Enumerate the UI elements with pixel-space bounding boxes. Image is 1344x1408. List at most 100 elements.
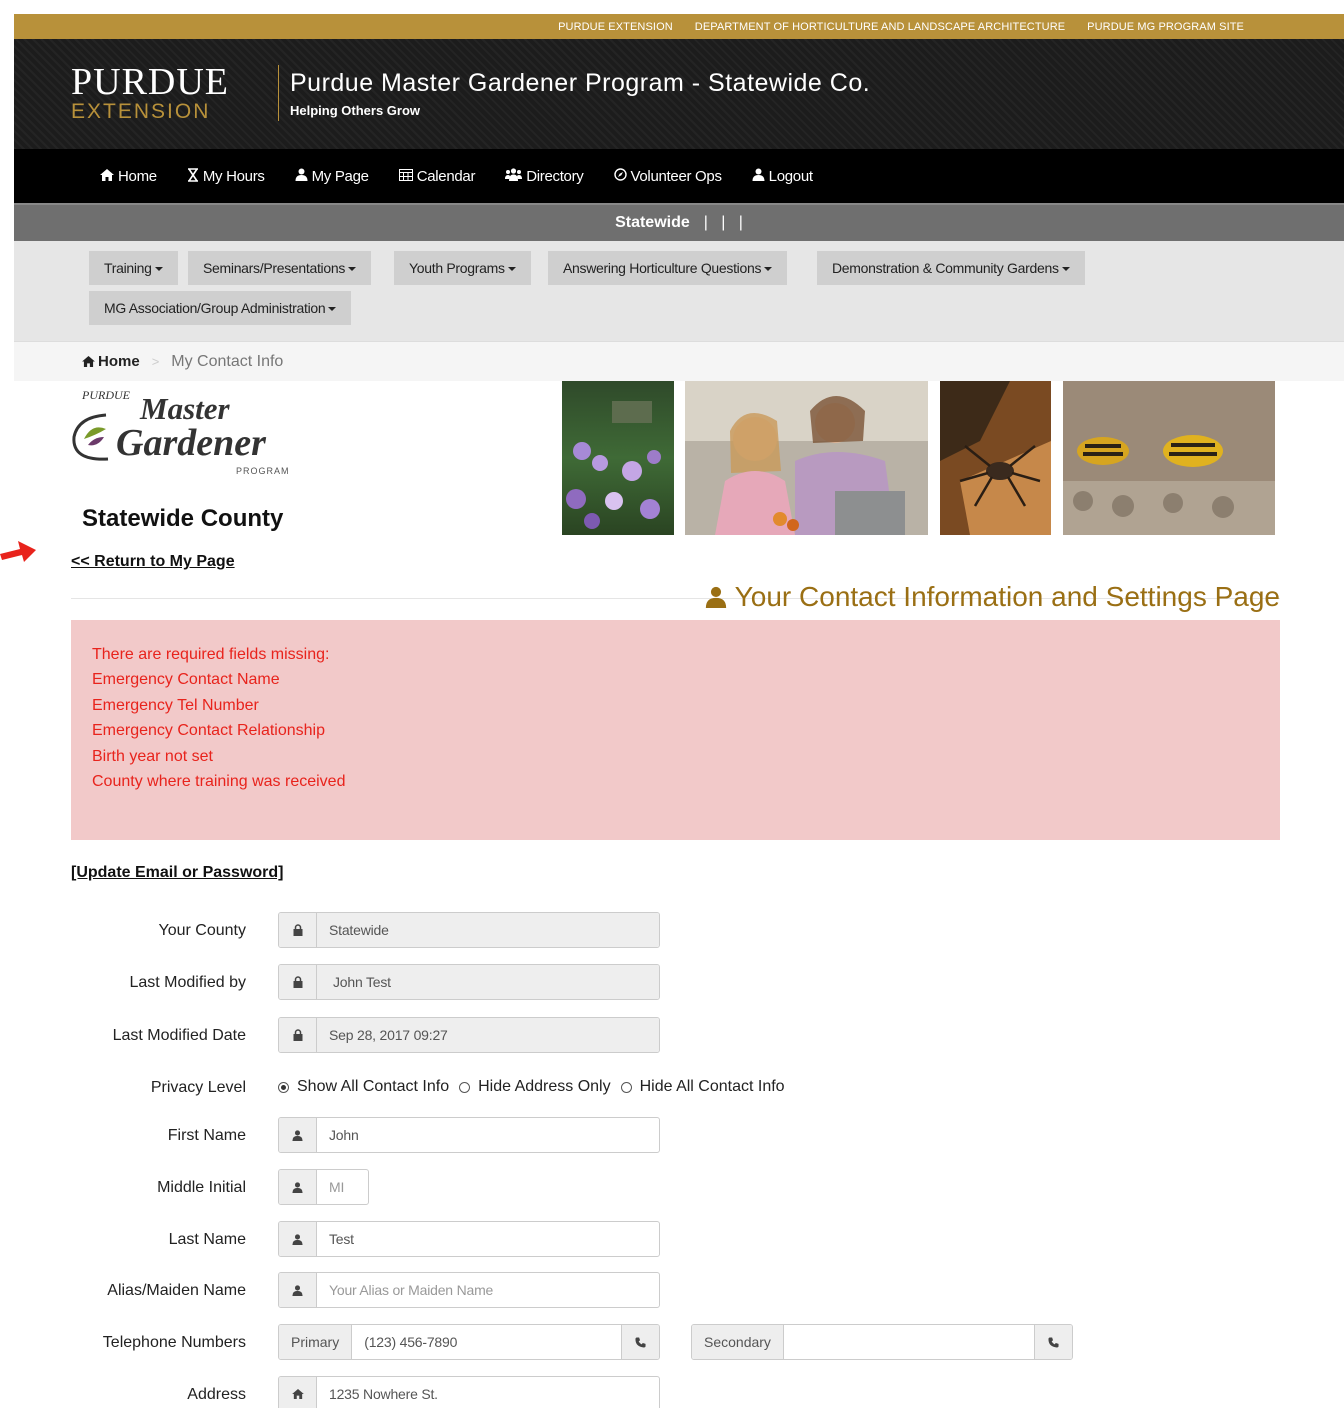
nav-calendar[interactable]: Calendar bbox=[398, 167, 476, 185]
your-county-field[interactable]: Statewide bbox=[278, 912, 660, 948]
secondary-phone-field[interactable]: Secondary bbox=[691, 1324, 1073, 1360]
group-icon bbox=[505, 168, 523, 184]
alias-field[interactable]: Your Alias or Maiden Name bbox=[278, 1272, 660, 1308]
home-icon bbox=[100, 168, 114, 184]
county-bar: Statewide | | | bbox=[14, 203, 1344, 241]
menu-youth-programs[interactable]: Youth Programs bbox=[394, 251, 531, 285]
logo-gardener-text: Gardener bbox=[116, 422, 267, 464]
mg-program-site-link[interactable]: PURDUE MG PROGRAM SITE bbox=[1087, 21, 1244, 33]
purdue-extension-link[interactable]: PURDUE EXTENSION bbox=[558, 21, 673, 33]
menu-youth-programs-label: Youth Programs bbox=[409, 260, 505, 276]
radio-unselected bbox=[620, 1081, 632, 1093]
menu-demonstration-gardens-label: Demonstration & Community Gardens bbox=[832, 260, 1059, 276]
logo-program-text: PROGRAM bbox=[236, 466, 290, 476]
brand-divider bbox=[278, 65, 279, 121]
menu-seminars[interactable]: Seminars/Presentations bbox=[188, 251, 372, 285]
update-email-password-link[interactable]: [Update Email or Password] bbox=[71, 864, 284, 882]
nav-directory-label: Directory bbox=[526, 167, 584, 185]
hourglass-icon bbox=[187, 167, 199, 185]
menu-mg-association[interactable]: MG Association/Group Administration bbox=[89, 291, 352, 325]
caret-down-icon bbox=[764, 267, 773, 271]
privacy-level-group: Show All Contact Info Hide Address Only … bbox=[278, 1078, 795, 1096]
extension-logo-text[interactable]: EXTENSION bbox=[71, 101, 210, 122]
nav-my-page[interactable]: My Page bbox=[295, 168, 369, 185]
primary-phone-field[interactable]: Primary (123) 456-7890 bbox=[278, 1324, 660, 1360]
menu-answering-questions-label: Answering Horticulture Questions bbox=[563, 260, 762, 276]
breadcrumb: Home > My Contact Info bbox=[14, 341, 1344, 381]
privacy-option-label: Show All Contact Info bbox=[297, 1078, 450, 1095]
horticulture-dept-link[interactable]: DEPARTMENT OF HORTICULTURE AND LANDSCAPE… bbox=[695, 21, 1065, 33]
last-modified-date-value: Sep 28, 2017 09:27 bbox=[317, 1018, 659, 1052]
caret-down-icon bbox=[507, 267, 516, 271]
alert-line: Emergency Contact Name bbox=[92, 671, 280, 689]
privacy-hide-all-radio[interactable]: Hide All Contact Info bbox=[620, 1078, 785, 1096]
secondary-phone-addon: Secondary bbox=[692, 1325, 784, 1359]
nav-logout[interactable]: Logout bbox=[752, 168, 813, 185]
alert-line: There are required fields missing: bbox=[92, 646, 330, 663]
return-to-my-page-link[interactable]: << Return to My Page bbox=[71, 553, 235, 571]
logo-arc-text: PURDUE bbox=[81, 388, 131, 402]
user-icon bbox=[279, 1222, 317, 1256]
caret-down-icon bbox=[328, 307, 337, 311]
primary-phone-addon: Primary bbox=[279, 1325, 353, 1359]
user-icon bbox=[705, 586, 726, 608]
utility-bar: PURDUE EXTENSION DEPARTMENT OF HORTICULT… bbox=[14, 14, 1344, 39]
first-name-label: First Name bbox=[167, 1127, 246, 1144]
middle-initial-field[interactable]: MI bbox=[278, 1169, 369, 1205]
nav-my-page-label: My Page bbox=[311, 167, 369, 185]
privacy-show-all-radio[interactable]: Show All Contact Info bbox=[278, 1078, 449, 1096]
breadcrumb-home[interactable]: Home bbox=[82, 353, 140, 370]
privacy-option-label: Hide All Contact Info bbox=[639, 1078, 785, 1095]
first-name-value: John bbox=[329, 1127, 359, 1143]
brand-header: PURDUE EXTENSION Purdue Master Gardener … bbox=[14, 39, 1344, 149]
last-modified-by-value: John Test bbox=[317, 965, 659, 999]
address-label: Address bbox=[187, 1386, 246, 1403]
user-icon bbox=[752, 168, 765, 184]
last-modified-date-label: Last Modified Date bbox=[112, 1027, 246, 1044]
nav-my-hours[interactable]: My Hours bbox=[187, 168, 265, 185]
alert-line: Emergency Contact Relationship bbox=[92, 722, 326, 740]
last-name-label: Last Name bbox=[168, 1231, 246, 1248]
privacy-level-label: Privacy Level bbox=[150, 1079, 246, 1096]
breadcrumb-home-label: Home bbox=[98, 353, 140, 370]
last-modified-by-field[interactable]: John Test bbox=[278, 964, 660, 1000]
alias-placeholder: Your Alias or Maiden Name bbox=[329, 1282, 494, 1298]
middle-initial-placeholder: MI bbox=[329, 1179, 345, 1195]
user-icon bbox=[279, 1118, 317, 1152]
menu-training-label: Training bbox=[104, 260, 152, 276]
lock-icon bbox=[279, 965, 317, 999]
telephone-label: Telephone Numbers bbox=[102, 1334, 246, 1351]
first-name-field[interactable]: John bbox=[278, 1117, 660, 1153]
nav-volunteer-ops[interactable]: Volunteer Ops bbox=[613, 167, 722, 185]
site-title: Purdue Master Gardener Program - Statewi… bbox=[290, 69, 871, 97]
last-modified-date-field[interactable]: Sep 28, 2017 09:27 bbox=[278, 1017, 660, 1053]
privacy-hide-address-radio[interactable]: Hide Address Only bbox=[459, 1078, 611, 1096]
nav-home[interactable]: Home bbox=[100, 168, 157, 185]
alert-line: County where training was received bbox=[92, 773, 346, 791]
nav-logout-label: Logout bbox=[768, 167, 813, 185]
county-bar-label[interactable]: Statewide bbox=[615, 214, 690, 232]
caret-down-icon bbox=[1061, 267, 1070, 271]
page-heading: Your Contact Information and Settings Pa… bbox=[705, 581, 1280, 613]
menu-demonstration-gardens[interactable]: Demonstration & Community Gardens bbox=[817, 251, 1085, 285]
last-name-value: Test bbox=[329, 1231, 354, 1247]
nav-directory[interactable]: Directory bbox=[505, 167, 584, 185]
lock-icon bbox=[279, 913, 317, 947]
nav-home-label: Home bbox=[118, 167, 157, 185]
spider-photo bbox=[940, 381, 1051, 535]
menu-training[interactable]: Training bbox=[89, 251, 178, 285]
middle-initial-label: Middle Initial bbox=[157, 1179, 246, 1196]
purdue-logo-text[interactable]: PURDUE bbox=[71, 63, 229, 101]
nav-calendar-label: Calendar bbox=[416, 167, 476, 185]
master-gardener-logo: PURDUE Master Gardener PROGRAM bbox=[70, 385, 310, 480]
menu-answering-questions[interactable]: Answering Horticulture Questions bbox=[548, 251, 788, 285]
address-field[interactable]: 1235 Nowhere St. bbox=[278, 1376, 660, 1408]
garden-photo bbox=[562, 381, 674, 535]
alert-line: Birth year not set bbox=[92, 747, 213, 765]
user-icon bbox=[279, 1273, 317, 1307]
last-name-field[interactable]: Test bbox=[278, 1221, 660, 1257]
breadcrumb-divider: > bbox=[151, 354, 160, 369]
caret-down-icon bbox=[154, 267, 163, 271]
menu-seminars-label: Seminars/Presentations bbox=[203, 260, 346, 276]
nav-volunteer-ops-label: Volunteer Ops bbox=[630, 167, 722, 185]
